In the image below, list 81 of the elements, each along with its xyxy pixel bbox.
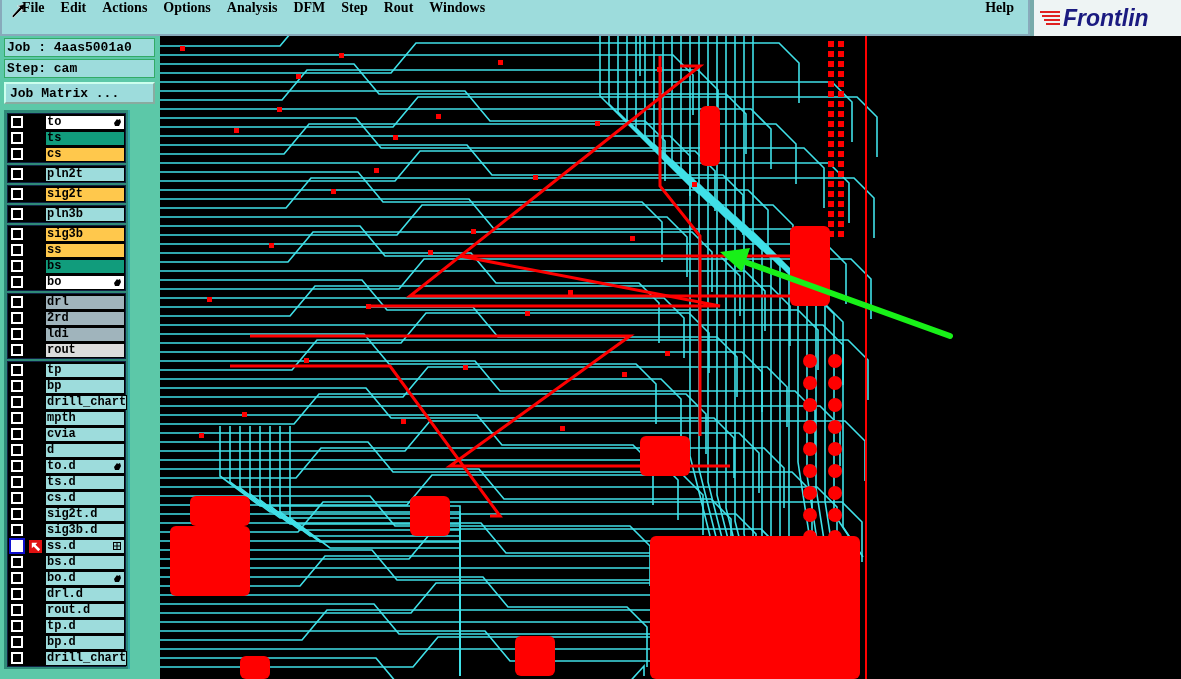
layer-checkbox[interactable]	[11, 188, 23, 200]
menu-item[interactable]: Analysis	[226, 0, 278, 16]
layer-checkbox[interactable]	[11, 524, 23, 536]
step-label: Step: cam	[4, 59, 155, 78]
layer-checkbox[interactable]	[11, 636, 23, 648]
layer-name[interactable]: pln2t	[45, 166, 125, 182]
layer-checkbox[interactable]	[11, 260, 23, 272]
menu-item[interactable]: Actions	[102, 0, 148, 16]
layer-name[interactable]: ts.d	[45, 474, 125, 490]
layer-checkbox[interactable]	[11, 344, 23, 356]
layer-name[interactable]: drill_chart	[45, 394, 128, 410]
layer-checkbox[interactable]	[11, 228, 23, 240]
menu-item[interactable]: Options	[163, 0, 211, 16]
layer-name[interactable]: tp.d	[45, 618, 125, 634]
logo-text: Frontlin	[1063, 4, 1149, 32]
layer-name[interactable]: sig2t	[45, 186, 125, 202]
layer-checkbox[interactable]	[11, 508, 23, 520]
menu-item[interactable]: File	[22, 0, 45, 16]
layer-name[interactable]: to	[45, 114, 125, 130]
layer-name[interactable]: bp.d	[45, 634, 125, 650]
menu-item[interactable]: Rout	[383, 0, 414, 16]
menu-item[interactable]: Edit	[60, 0, 87, 16]
layer-checkbox[interactable]	[11, 328, 23, 340]
layer-name[interactable]: rout	[45, 342, 125, 358]
layer-name[interactable]: ts	[45, 130, 125, 146]
job-label: Job : 4aas5001a0	[4, 38, 155, 57]
layer-checkbox[interactable]	[11, 132, 23, 144]
layer-name[interactable]: drill_chart	[45, 650, 128, 666]
layer-name[interactable]: bo.d	[45, 570, 125, 586]
layer-checkbox[interactable]	[11, 312, 23, 324]
layer-name[interactable]: sig3b	[45, 226, 125, 242]
layer-checkbox[interactable]	[11, 428, 23, 440]
layer-name[interactable]: cvia	[45, 426, 125, 442]
layer-name[interactable]: mpth	[45, 410, 125, 426]
layer-name[interactable]: cs	[45, 146, 125, 162]
layer-checkbox[interactable]	[11, 556, 23, 568]
layer-checkbox[interactable]	[11, 244, 23, 256]
layer-checkbox[interactable]	[11, 540, 23, 552]
layer-checkbox[interactable]	[11, 476, 23, 488]
layer-name[interactable]: bo	[45, 274, 125, 290]
layer-name[interactable]: tp	[45, 362, 125, 378]
layer-name[interactable]: ldi	[45, 326, 125, 342]
menu-item[interactable]: Windows	[429, 0, 486, 16]
job-matrix-button[interactable]: Job Matrix ...	[4, 82, 155, 104]
layer-name[interactable]: 2rd	[45, 310, 125, 326]
layer-name[interactable]: rout.d	[45, 602, 125, 618]
layer-checkbox[interactable]	[11, 412, 23, 424]
layer-name[interactable]: ss.d	[45, 538, 125, 554]
menu-item[interactable]: DFM	[293, 0, 326, 16]
layer-checkbox[interactable]	[11, 276, 23, 288]
layer-name[interactable]: bs	[45, 258, 125, 274]
layer-name[interactable]: pln3b	[45, 206, 125, 222]
layer-checkbox[interactable]	[11, 652, 23, 664]
layer-name[interactable]: to.d	[45, 458, 125, 474]
layer-checkbox[interactable]	[11, 588, 23, 600]
layer-name[interactable]: ss	[45, 242, 125, 258]
layer-checkbox[interactable]	[11, 492, 23, 504]
layer-name[interactable]: d	[45, 442, 125, 458]
layer-name[interactable]: cs.d	[45, 490, 125, 506]
layer-checkbox[interactable]	[11, 572, 23, 584]
layer-name[interactable]: drl.d	[45, 586, 125, 602]
layer-name[interactable]: drl	[45, 294, 125, 310]
layer-checkbox[interactable]	[11, 364, 23, 376]
layer-checkbox[interactable]	[11, 296, 23, 308]
menu-item[interactable]: Step	[341, 0, 368, 16]
layer-name[interactable]: bp	[45, 378, 125, 394]
help-menu[interactable]: Help	[985, 0, 1014, 16]
layer-checkbox[interactable]	[11, 116, 23, 128]
layer-checkbox[interactable]	[11, 168, 23, 180]
layer-checkbox[interactable]	[11, 604, 23, 616]
layer-checkbox[interactable]	[11, 380, 23, 392]
layer-checkbox[interactable]	[11, 444, 23, 456]
speed-lines-icon	[1038, 10, 1060, 26]
layer-checkbox[interactable]	[11, 148, 23, 160]
layer-name[interactable]: sig2t.d	[45, 506, 125, 522]
layer-checkbox[interactable]	[11, 620, 23, 632]
layer-name[interactable]: sig3b.d	[45, 522, 125, 538]
layer-name[interactable]: bs.d	[45, 554, 125, 570]
layer-checkbox[interactable]	[11, 396, 23, 408]
layer-checkbox[interactable]	[11, 460, 23, 472]
layer-checkbox[interactable]	[11, 208, 23, 220]
